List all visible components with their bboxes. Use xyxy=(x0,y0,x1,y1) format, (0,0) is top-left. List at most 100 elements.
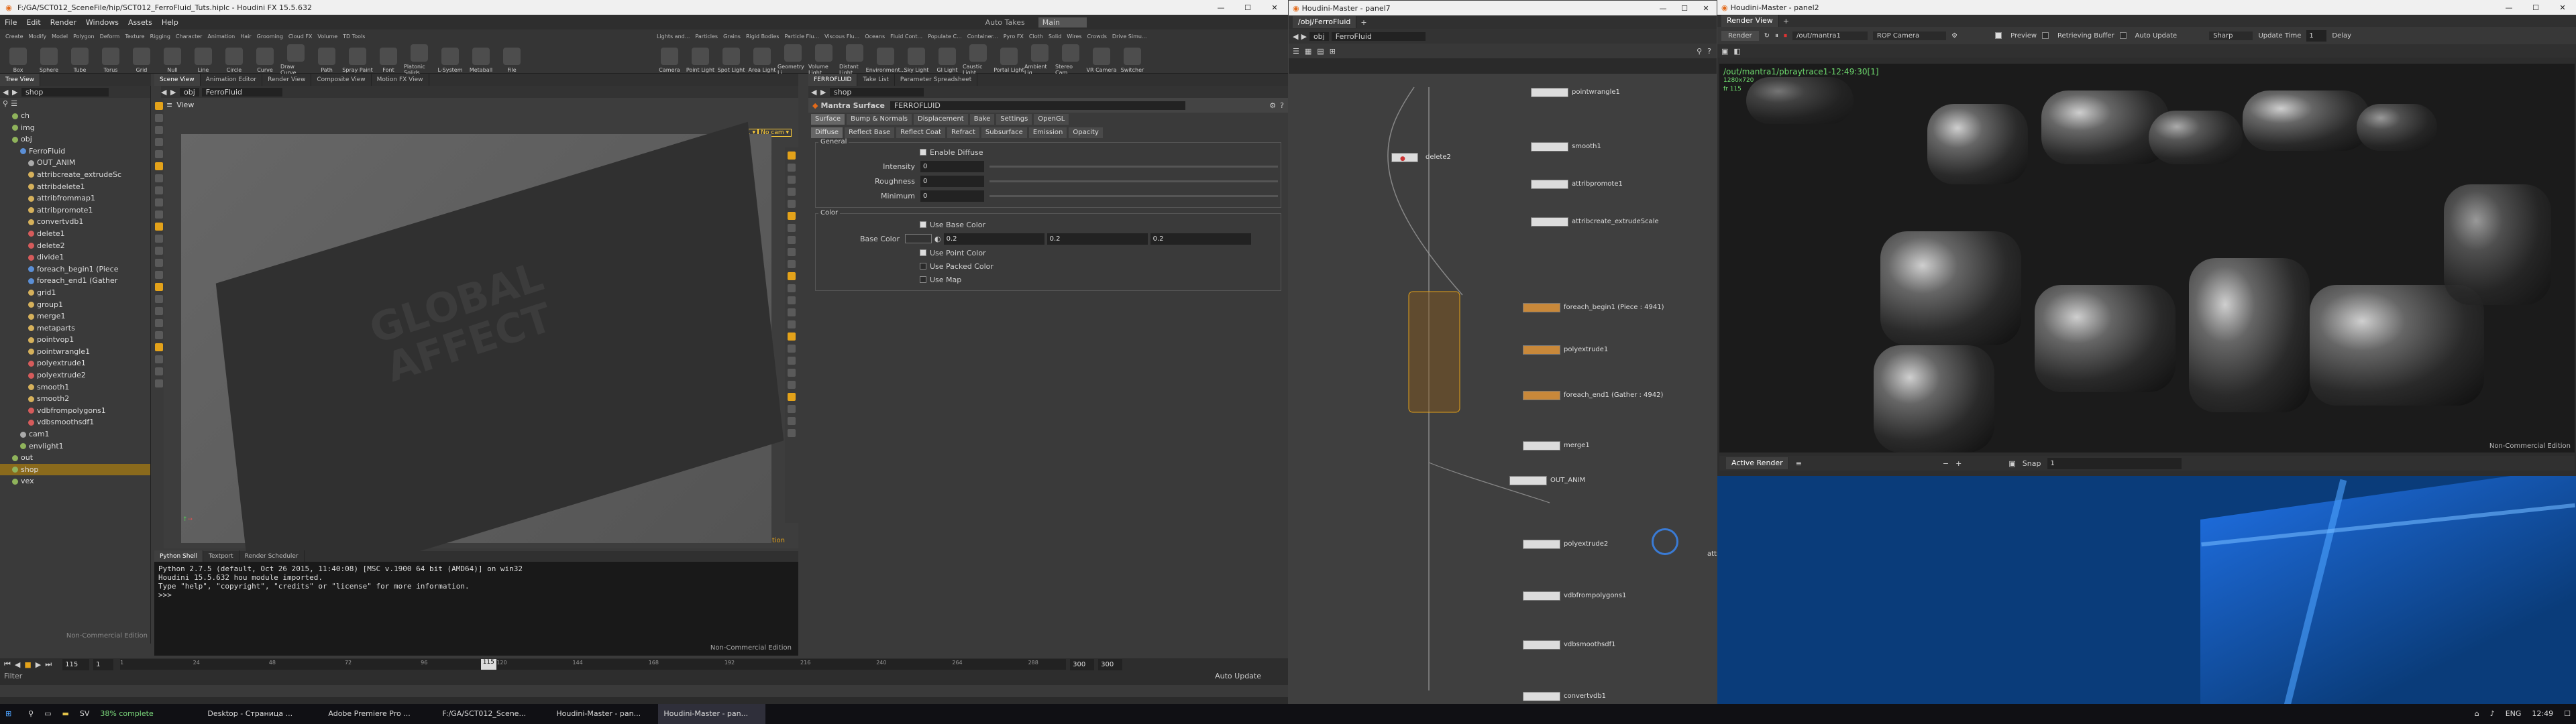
gear-icon[interactable]: ⚙ xyxy=(1269,101,1276,110)
task-view-icon[interactable]: ▭ xyxy=(39,704,56,724)
viewport-tool-icon[interactable] xyxy=(788,296,796,304)
tab-scene-view[interactable]: Scene View xyxy=(154,74,201,86)
viewport-tool-icon[interactable] xyxy=(788,284,796,292)
rop-select[interactable]: /out/mantra1 xyxy=(1792,31,1868,40)
maximize-button[interactable]: ☐ xyxy=(1234,3,1261,12)
viewport-tool-icon[interactable] xyxy=(788,260,796,268)
view-menu-icon[interactable]: ≡ xyxy=(166,101,172,109)
shelf-tool-button[interactable]: Null xyxy=(157,47,188,73)
param-back-icon[interactable]: ◀ xyxy=(811,88,820,97)
back-arrow-icon[interactable]: ◀ xyxy=(3,88,12,97)
shelf-tool-button[interactable]: Volume Light xyxy=(808,44,839,76)
base-color-g-field[interactable]: 0.2 xyxy=(1046,233,1148,245)
shelf-tab[interactable]: Cloud FX xyxy=(286,34,315,40)
render-menu-icon[interactable]: ≡ xyxy=(1796,459,1802,468)
render-win-close[interactable]: ✕ xyxy=(2549,3,2576,12)
shelf-tab[interactable]: Viscous Flu... xyxy=(822,34,862,40)
minimize-button[interactable]: — xyxy=(1208,3,1234,12)
viewport-tool-icon[interactable] xyxy=(155,198,163,206)
viewport-tool-icon[interactable] xyxy=(155,235,163,243)
help-icon[interactable]: ? xyxy=(1280,101,1284,110)
network-icon[interactable]: ⌂ xyxy=(2469,704,2485,724)
shelf-tab[interactable]: Deform xyxy=(97,34,123,40)
tab-network[interactable]: /obj/FerroFluid xyxy=(1293,16,1357,28)
tree-item[interactable]: convertvdb1 xyxy=(0,216,150,228)
tree-item[interactable]: obj xyxy=(0,133,150,145)
shelf-tab[interactable]: Grooming xyxy=(254,34,286,40)
network-node[interactable]: foreach_begin1 (Piece : 4941) xyxy=(1523,303,1664,312)
taskbar-item[interactable]: F:/GA/SCT012_Scene... xyxy=(437,704,551,724)
tab-textport[interactable]: Textport xyxy=(203,550,239,562)
jump-start-icon[interactable]: ⏮ xyxy=(4,660,11,669)
shelf-tab[interactable]: Wires xyxy=(1064,34,1084,40)
tree-item[interactable]: pointwrangle1 xyxy=(0,346,150,358)
zoom-icon[interactable]: ⚲ xyxy=(1697,47,1702,56)
tree-item[interactable]: delete2 xyxy=(0,240,150,252)
shelf-tab[interactable]: Populate C... xyxy=(925,34,965,40)
viewport-tool-icon[interactable] xyxy=(788,224,796,232)
viewport-tool-icon[interactable] xyxy=(155,210,163,219)
base-color-b-field[interactable]: 0.2 xyxy=(1150,233,1251,245)
vp-path-node[interactable]: FerroFluid xyxy=(201,87,282,97)
viewport-tool-icon[interactable] xyxy=(155,138,163,146)
tree-item[interactable]: group1 xyxy=(0,299,150,311)
notifications-icon[interactable]: ☐ xyxy=(2559,704,2576,724)
tree-item[interactable]: FerroFluid xyxy=(0,145,150,158)
shelf-tool-button[interactable]: Metaball xyxy=(466,47,496,73)
taskbar-item[interactable]: Houdini-Master - pan... xyxy=(658,704,766,724)
shelf-tab[interactable]: Particles xyxy=(692,34,720,40)
viewport-tool-icon[interactable] xyxy=(155,162,163,170)
viewport-tool-icon[interactable] xyxy=(788,176,796,184)
shelf-tool-button[interactable]: Platonic Solids xyxy=(404,44,435,76)
update-time-field[interactable]: 1 xyxy=(2306,29,2327,42)
viewport-tool-icon[interactable] xyxy=(788,188,796,196)
menu-render[interactable]: Render xyxy=(46,18,81,27)
network-node[interactable]: vdbfrompolygons1 xyxy=(1523,591,1626,601)
shelf-tab[interactable]: Model xyxy=(49,34,70,40)
viewport-tool-icon[interactable] xyxy=(788,308,796,316)
refresh-icon[interactable]: ↻ xyxy=(1764,32,1770,40)
tree-item[interactable]: cam1 xyxy=(0,428,150,440)
node-forward-icon[interactable]: ▶ xyxy=(1301,32,1306,41)
shelf-tool-button[interactable]: Environment... xyxy=(866,47,905,73)
shelf-tab[interactable]: Solid xyxy=(1046,34,1065,40)
viewport-tool-icon[interactable] xyxy=(155,343,163,351)
param-forward-icon[interactable]: ▶ xyxy=(820,88,830,97)
network-node[interactable]: attribpromote1 xyxy=(1531,180,1623,189)
render-win-max[interactable]: ☐ xyxy=(2522,3,2549,12)
taskbar-item[interactable]: 38% complete xyxy=(95,704,202,724)
jump-end-icon[interactable]: ⏭ xyxy=(45,660,52,669)
viewport-tool-icon[interactable] xyxy=(155,223,163,231)
viewport-tool-icon[interactable] xyxy=(155,307,163,315)
add-tab-icon[interactable]: + xyxy=(1360,18,1366,27)
tab-render-view[interactable]: Render View xyxy=(262,74,312,86)
shelf-tab[interactable]: Polygon xyxy=(70,34,97,40)
tree-item[interactable]: merge1 xyxy=(0,310,150,322)
viewport-tool-icon[interactable] xyxy=(788,381,796,389)
viewport-tool-icon[interactable] xyxy=(155,150,163,158)
shelf-tool-button[interactable]: Caustic Light xyxy=(963,44,994,76)
shelf-tool-button[interactable]: Area Light xyxy=(747,47,777,73)
shelf-tab[interactable]: Oceans xyxy=(862,34,888,40)
end-frame-field-2[interactable]: 300 xyxy=(1098,658,1123,670)
clock[interactable]: 12:49 xyxy=(2526,704,2559,724)
snapshot-icon[interactable]: ▣ xyxy=(1721,47,1728,56)
menu-file[interactable]: File xyxy=(0,18,21,27)
preview-checkbox[interactable] xyxy=(1995,32,2002,39)
viewport-tool-icon[interactable] xyxy=(155,114,163,122)
tree-item[interactable]: attribfrommap1 xyxy=(0,192,150,204)
tab-diffuse[interactable]: Diffuse xyxy=(811,127,843,138)
viewport-tool-icon[interactable] xyxy=(788,200,796,208)
shelf-tool-button[interactable]: Torus xyxy=(95,47,126,73)
tab-surface[interactable]: Surface xyxy=(811,114,845,125)
shelf-tab[interactable]: Volume xyxy=(315,34,340,40)
enable-diffuse-checkbox[interactable] xyxy=(920,149,926,156)
shelf-tool-button[interactable]: L-System xyxy=(435,47,466,73)
tree-item[interactable]: polyextrude1 xyxy=(0,357,150,369)
language-indicator[interactable]: ENG xyxy=(2500,704,2527,724)
viewport-tool-icon[interactable] xyxy=(788,272,796,280)
tree-item[interactable]: OUT_ANIM xyxy=(0,157,150,169)
shelf-tab[interactable]: Crowds xyxy=(1085,34,1110,40)
vp-forward-icon[interactable]: ▶ xyxy=(170,88,180,97)
tree-item[interactable]: img xyxy=(0,122,150,134)
